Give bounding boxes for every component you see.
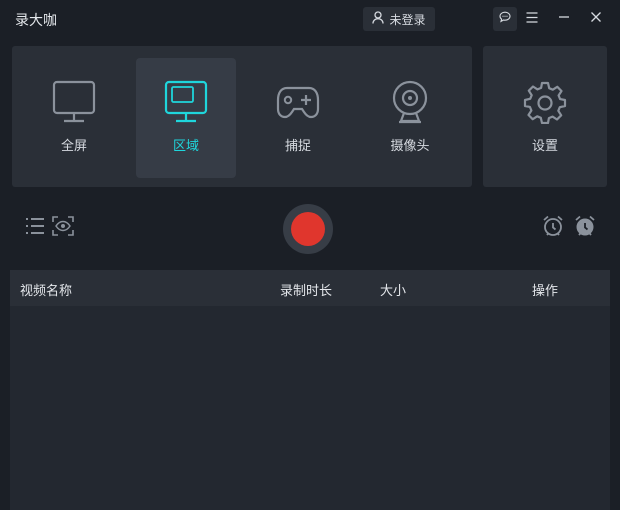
mode-label: 全屏 <box>60 138 87 153</box>
column-header-actions: 操作 <box>532 283 559 298</box>
list-icon <box>25 217 45 240</box>
mode-region[interactable]: 区域 <box>136 58 236 178</box>
feedback-button[interactable] <box>493 7 517 31</box>
preview-eye-icon <box>52 215 74 241</box>
column-header-name: 视频名称 <box>20 283 73 298</box>
close-button[interactable] <box>584 7 608 31</box>
menu-icon <box>526 10 538 28</box>
timed-stop-button[interactable] <box>573 215 597 242</box>
minimize-icon <box>558 10 570 28</box>
record-icon <box>291 212 325 246</box>
mode-webcam[interactable]: 摄像头 <box>360 58 460 178</box>
settings-panel: 设置 <box>483 46 607 187</box>
video-list-button[interactable] <box>24 216 46 240</box>
record-button[interactable] <box>283 204 333 254</box>
table-header: 视频名称 录制时长 大小 操作 <box>10 270 610 306</box>
login-button[interactable]: 未登录 <box>363 7 435 31</box>
mode-label: 捕捉 <box>284 138 311 153</box>
column-header-size: 大小 <box>380 283 407 298</box>
alarm-clock-icon <box>542 215 564 242</box>
region-monitor-icon <box>162 78 210 126</box>
column-header-duration: 录制时长 <box>280 283 333 298</box>
webcam-icon <box>386 78 434 126</box>
settings-label: 设置 <box>531 138 558 153</box>
mode-label: 摄像头 <box>390 138 430 153</box>
preview-button[interactable] <box>52 215 74 241</box>
main-menu-button[interactable] <box>520 7 544 31</box>
app-title: 录大咖 <box>15 12 57 28</box>
monitor-icon <box>50 78 98 126</box>
mode-panel: 全屏 区域 捕捉 摄像头 <box>12 46 472 187</box>
minimize-button[interactable] <box>552 7 576 31</box>
mode-capture[interactable]: 捕捉 <box>248 58 348 178</box>
mode-fullscreen[interactable]: 全屏 <box>24 58 124 178</box>
scheduled-record-button[interactable] <box>541 215 565 242</box>
gear-icon <box>521 78 569 126</box>
title-bar: 录大咖 未登录 <box>0 0 620 38</box>
alarm-clock-filled-icon <box>574 215 596 242</box>
user-icon <box>372 11 385 27</box>
video-table: 视频名称 录制时长 大小 操作 <box>10 270 610 510</box>
table-body <box>10 306 610 510</box>
mode-label: 区域 <box>172 138 199 153</box>
chat-icon <box>499 10 511 28</box>
login-label: 未登录 <box>389 12 426 27</box>
close-icon <box>590 10 602 28</box>
gamepad-icon <box>274 78 322 126</box>
settings-button[interactable]: 设置 <box>495 58 595 178</box>
